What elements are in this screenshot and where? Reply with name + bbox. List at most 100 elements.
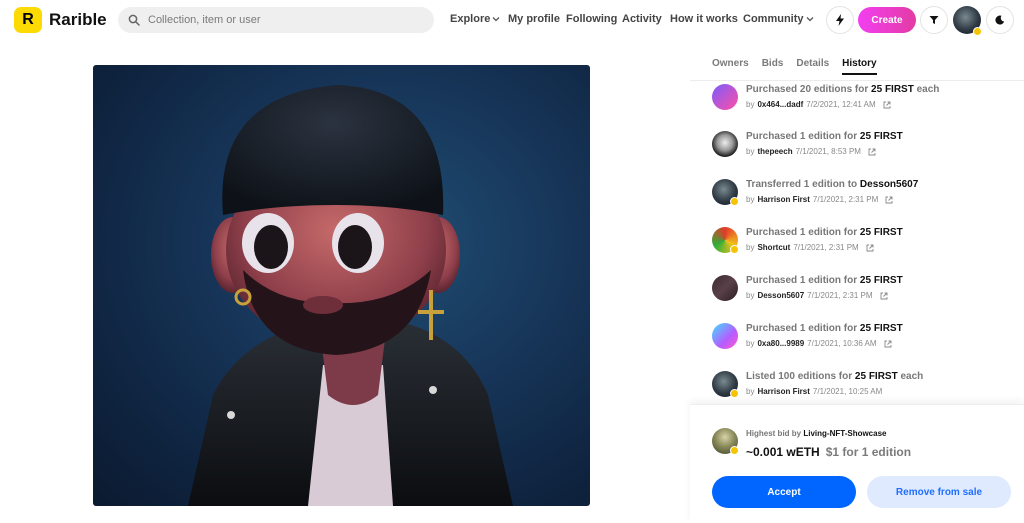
history-item: Purchased 1 edition for 25 FIRST by 0xa80… <box>712 323 1022 363</box>
history-user[interactable]: Harrison First <box>757 387 809 396</box>
bid-amount-value: ~0.001 wETH <box>746 445 820 459</box>
rarible-logo[interactable]: R <box>14 7 42 33</box>
highest-bidder-name[interactable]: Living-NFT-Showcase <box>803 429 886 438</box>
logo-letter: R <box>22 11 34 28</box>
history-action: Listed 100 editions for <box>746 371 853 382</box>
verified-badge-icon <box>730 197 739 206</box>
nav-my-profile-label: My profile <box>508 13 560 25</box>
create-button[interactable]: Create <box>858 7 916 33</box>
history-title: Purchased 20 editions for 25 FIRST each <box>746 84 939 95</box>
history-avatar[interactable] <box>712 275 738 301</box>
nav-community[interactable]: Community <box>743 13 814 25</box>
bid-amount-usd: $1 for 1 edition <box>825 445 912 459</box>
nav-explore[interactable]: Explore <box>450 13 500 25</box>
nav-following[interactable]: Following <box>566 13 617 25</box>
history-price: 25 FIRST <box>854 371 898 382</box>
history-item: Purchased 1 edition for 25 FIRST by Short… <box>712 227 1022 267</box>
history-time: 7/1/2021, 2:31 PM <box>812 195 879 204</box>
history-meta: by Shortcut 7/1/2021, 2:31 PM <box>746 243 874 252</box>
theme-toggle-button[interactable] <box>986 6 1014 34</box>
chevron-down-icon <box>492 17 500 22</box>
external-link-icon[interactable] <box>868 148 876 156</box>
external-link-icon[interactable] <box>866 244 874 252</box>
history-action: Purchased 1 edition for <box>746 227 858 238</box>
nav-explore-label: Explore <box>450 13 491 25</box>
nav-community-label: Community <box>743 13 804 25</box>
history-avatar[interactable] <box>712 84 738 110</box>
tab-history[interactable]: History <box>842 58 877 75</box>
history-avatar[interactable] <box>712 131 738 157</box>
history-meta: by 0xa80...9989 7/1/2021, 10:36 AM <box>746 339 892 348</box>
history-title: Purchased 1 edition for 25 FIRST <box>746 275 903 286</box>
verified-badge-icon <box>973 27 982 36</box>
history-action: Transferred 1 edition to <box>746 179 858 190</box>
tab-owners[interactable]: Owners <box>712 58 749 75</box>
tab-details[interactable]: Details <box>796 58 829 75</box>
external-link-icon[interactable] <box>884 340 892 348</box>
highest-bid-amount: ~0.001 wETH $1 for 1 edition <box>746 445 911 459</box>
remove-from-sale-button[interactable]: Remove from sale <box>867 476 1011 508</box>
search-icon <box>128 13 142 27</box>
tab-bids[interactable]: Bids <box>762 58 784 75</box>
history-action: Purchased 1 edition for <box>746 323 858 334</box>
artwork-area <box>0 40 690 523</box>
lightning-icon <box>836 14 844 26</box>
history-title: Listed 100 editions for 25 FIRST each <box>746 371 923 382</box>
highest-bid-prefix: Highest bid by <box>746 429 802 438</box>
history-time: 7/1/2021, 8:53 PM <box>795 147 861 156</box>
nav-activity-label: Activity <box>622 13 662 25</box>
character-illustration <box>188 85 513 506</box>
lightning-button[interactable] <box>826 6 854 34</box>
by-label: by <box>746 100 755 109</box>
tabs-divider <box>690 80 1024 81</box>
bid-actions-box: Highest bid by Living-NFT-Showcase ~0.00… <box>690 404 1024 523</box>
nav-following-label: Following <box>566 13 618 25</box>
by-label: by <box>746 195 755 204</box>
history-item: Transferred 1 edition to Desson5607 by Ha… <box>712 179 1022 219</box>
history-meta: by Harrison First 7/1/2021, 10:25 AM <box>746 387 882 396</box>
history-price: Desson5607 <box>859 179 919 190</box>
external-link-icon[interactable] <box>885 196 893 204</box>
highest-bid-label: Highest bid by Living-NFT-Showcase <box>746 429 886 438</box>
filter-button[interactable] <box>920 6 948 34</box>
history-avatar[interactable] <box>712 323 738 349</box>
nav-how-it-works[interactable]: How it works <box>670 13 738 25</box>
history-user[interactable]: Desson5607 <box>757 291 804 300</box>
accept-button[interactable]: Accept <box>712 476 856 508</box>
filter-icon <box>929 16 939 24</box>
external-link-icon[interactable] <box>883 101 891 109</box>
history-item: Purchased 20 editions for 25 FIRST each … <box>712 84 1022 124</box>
history-item: Purchased 1 edition for 25 FIRST by thepe… <box>712 131 1022 171</box>
history-price: 25 FIRST <box>871 84 914 95</box>
history-user[interactable]: thepeech <box>757 147 792 156</box>
history-user[interactable]: Harrison First <box>757 195 809 204</box>
brand-name[interactable]: Rarible <box>49 10 107 30</box>
nav-my-profile[interactable]: My profile <box>508 13 560 25</box>
history-time: 7/1/2021, 10:25 AM <box>812 387 883 396</box>
top-header: R Rarible Explore My profile Following A… <box>0 0 1024 40</box>
moon-icon <box>995 15 1005 25</box>
by-label: by <box>746 387 755 396</box>
nft-artwork-image[interactable] <box>93 65 590 506</box>
search-input[interactable] <box>148 14 418 26</box>
details-panel: Owners Bids Details History Purchased 20… <box>690 40 1024 523</box>
verified-badge-icon <box>730 245 739 254</box>
history-time: 7/2/2021, 12:41 AM <box>806 100 876 109</box>
history-time: 7/1/2021, 2:31 PM <box>793 243 859 252</box>
history-price: 25 FIRST <box>859 131 903 142</box>
by-label: by <box>746 291 755 300</box>
history-meta: by Harrison First 7/1/2021, 2:31 PM <box>746 195 893 204</box>
history-title: Transferred 1 edition to Desson5607 <box>746 179 918 190</box>
nav-how-it-works-label: How it works <box>670 13 738 25</box>
history-title: Purchased 1 edition for 25 FIRST <box>746 227 903 238</box>
history-user[interactable]: Shortcut <box>757 243 790 252</box>
search-bar[interactable] <box>118 7 434 33</box>
history-user[interactable]: 0xa80...9989 <box>757 339 804 348</box>
by-label: by <box>746 243 755 252</box>
external-link-icon[interactable] <box>880 292 888 300</box>
history-price: 25 FIRST <box>859 275 903 286</box>
history-action: Purchased 20 editions for <box>746 84 869 95</box>
nav-activity[interactable]: Activity <box>622 13 662 25</box>
history-meta: by thepeech 7/1/2021, 8:53 PM <box>746 147 876 156</box>
history-user[interactable]: 0x464...dadf <box>757 100 803 109</box>
